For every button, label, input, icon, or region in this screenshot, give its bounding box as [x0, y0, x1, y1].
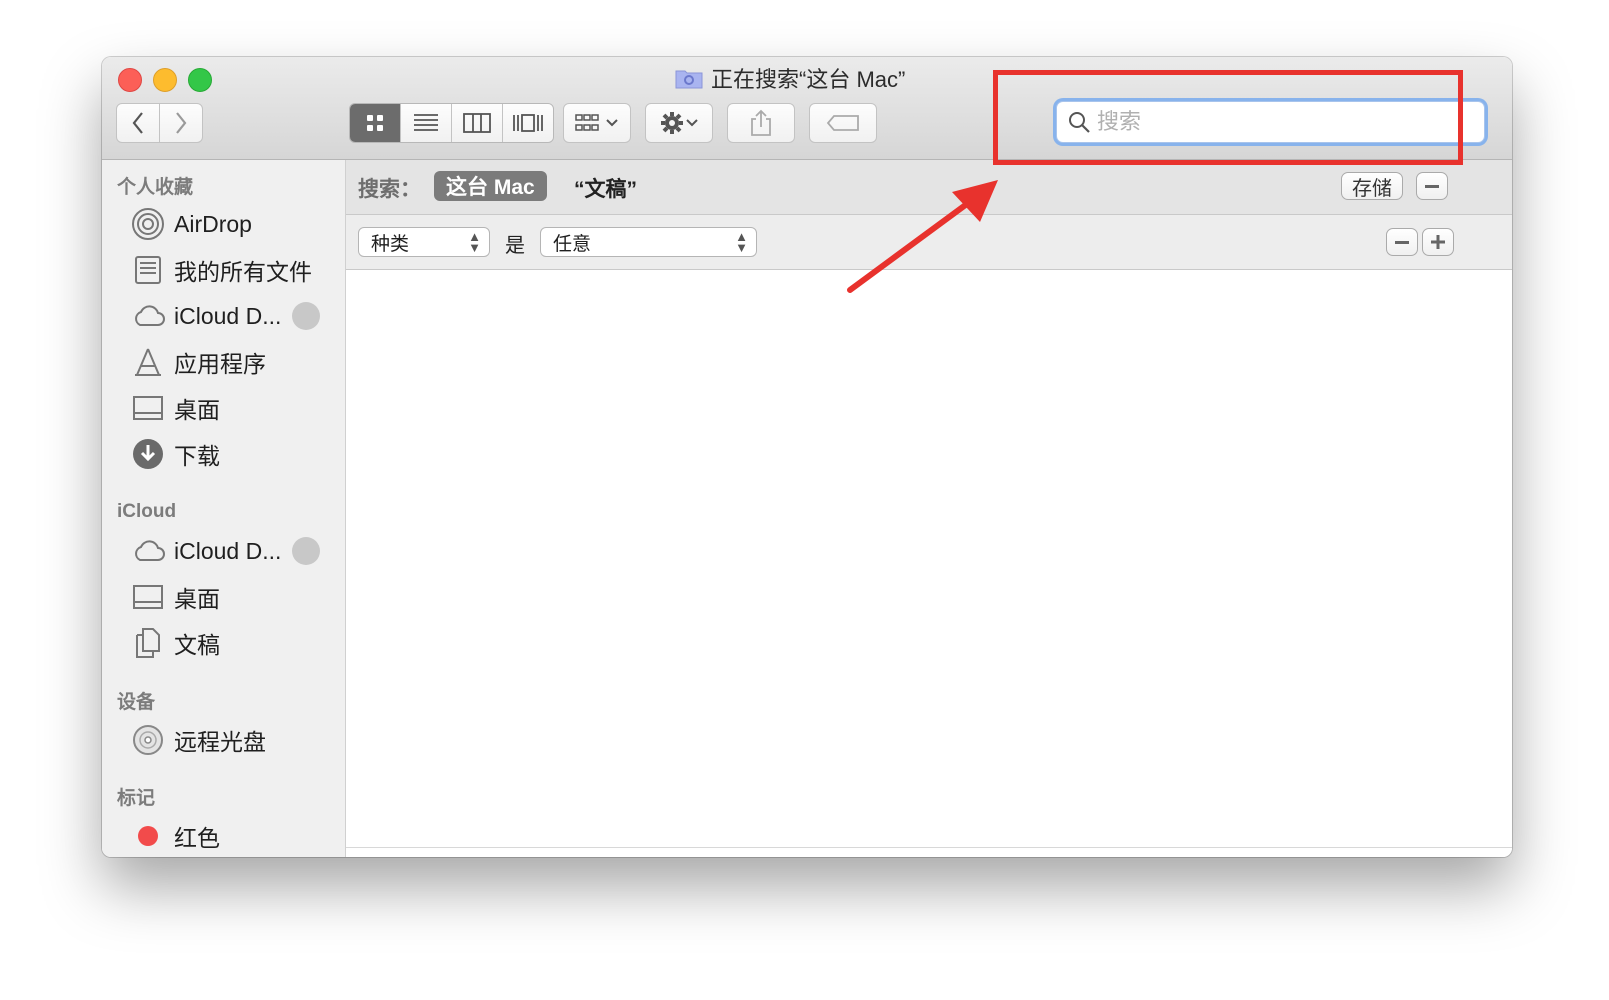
- action-menu-button[interactable]: [645, 103, 713, 143]
- finder-window: 正在搜索“这台 Mac” 搜索 个人收藏 AirDrop 我的所有文件 iClo…: [102, 57, 1512, 857]
- attribute-popup[interactable]: 种类 ▲ ▼: [358, 227, 490, 257]
- chevron-down-icon: [686, 119, 698, 127]
- sidebar-item-applications[interactable]: 应用程序: [130, 344, 340, 380]
- sidebar-item-desktop[interactable]: 桌面: [130, 390, 340, 426]
- scope-this-mac-button[interactable]: 这台 Mac: [434, 171, 547, 201]
- tag-icon: [826, 115, 859, 131]
- add-criteria-button[interactable]: [1422, 228, 1454, 256]
- airdrop-icon: [130, 206, 166, 242]
- criteria-value: 任意: [553, 233, 592, 255]
- sidebar-item-label: AirDrop: [174, 210, 252, 237]
- gear-icon: [661, 112, 683, 134]
- sidebar-item-icloud-drive[interactable]: iCloud D...: [130, 298, 340, 334]
- sidebar-item-documents[interactable]: 文稿: [130, 625, 340, 661]
- remove-scope-button[interactable]: [1416, 172, 1448, 200]
- close-button[interactable]: [118, 68, 142, 92]
- sidebar-heading-icloud: iCloud: [117, 501, 177, 522]
- share-button[interactable]: [727, 103, 795, 143]
- icon-view-button[interactable]: [350, 104, 401, 142]
- sync-progress-icon: [292, 302, 320, 330]
- disc-icon: [130, 722, 166, 758]
- cover-flow-icon: [513, 114, 543, 132]
- remove-criteria-button[interactable]: [1386, 228, 1418, 256]
- share-icon: [751, 109, 771, 136]
- applications-icon: [130, 344, 166, 380]
- sidebar-item-label: 桌面: [174, 397, 220, 423]
- sidebar-item-downloads[interactable]: 下载: [130, 436, 340, 472]
- desktop-icon: [130, 390, 166, 426]
- operator-label: 是: [505, 235, 525, 257]
- scope-documents-button[interactable]: “文稿”: [574, 173, 637, 203]
- cloud-icon: [130, 298, 166, 334]
- sidebar-item-icloud-desktop[interactable]: 桌面: [130, 579, 340, 615]
- sidebar-item-red-tag[interactable]: 红色: [130, 818, 340, 854]
- download-icon: [130, 436, 166, 472]
- search-icon: [1069, 112, 1090, 133]
- all-files-icon: [130, 252, 166, 288]
- minus-icon: [1425, 184, 1439, 188]
- sidebar-item-label: 下载: [174, 443, 220, 469]
- column-view-button[interactable]: [452, 104, 503, 142]
- value-popup[interactable]: 任意 ▲ ▼: [540, 227, 757, 257]
- columns-icon: [463, 113, 491, 133]
- sidebar-item-label: 红色: [174, 825, 220, 851]
- list-view-button[interactable]: [401, 104, 452, 142]
- updown-arrows-icon: ▲ ▼: [735, 229, 748, 255]
- sidebar-item-label: 我的所有文件: [174, 259, 312, 285]
- sidebar-heading-devices: 设备: [117, 692, 156, 713]
- tag-button[interactable]: [809, 103, 877, 143]
- chevron-right-icon: [176, 112, 187, 134]
- toolbar: 正在搜索“这台 Mac”: [102, 57, 1512, 160]
- cover-flow-view-button[interactable]: [503, 104, 553, 142]
- sidebar-item-label: 文稿: [174, 632, 220, 658]
- desktop-icon: [130, 579, 166, 615]
- sync-progress-icon: [292, 537, 320, 565]
- forward-button[interactable]: [159, 103, 203, 143]
- path-bar-divider: [346, 847, 1512, 848]
- sidebar-heading-favorites: 个人收藏: [117, 177, 194, 198]
- grid-icon: [367, 115, 383, 131]
- sidebar-heading-tags: 标记: [117, 788, 156, 809]
- group-icon: [575, 114, 599, 131]
- sidebar: 个人收藏 AirDrop 我的所有文件 iCloud D... 应用程序 桌面 …: [102, 160, 346, 857]
- zoom-button[interactable]: [188, 68, 212, 92]
- sidebar-item-label: 应用程序: [174, 351, 266, 377]
- smart-folder-icon: [675, 67, 703, 89]
- sidebar-item-label: iCloud D...: [174, 302, 282, 329]
- sidebar-item-label: 远程光盘: [174, 729, 266, 755]
- minimize-button[interactable]: [153, 68, 177, 92]
- chevron-left-icon: [132, 112, 143, 134]
- save-search-button[interactable]: 存储: [1341, 172, 1403, 200]
- window-title-text: 正在搜索“这台 Mac”: [711, 67, 906, 92]
- sidebar-item-remote-disc[interactable]: 远程光盘: [130, 722, 340, 758]
- sidebar-item-all-files[interactable]: 我的所有文件: [130, 252, 340, 288]
- sidebar-item-label: iCloud D...: [174, 537, 282, 564]
- search-input[interactable]: [1097, 109, 1467, 135]
- group-by-button[interactable]: [563, 103, 631, 143]
- minus-icon: [1395, 240, 1409, 244]
- red-tag-icon: [130, 818, 166, 854]
- annotation-arrow-icon: [847, 180, 998, 293]
- sidebar-item-icloud-drive-2[interactable]: iCloud D...: [130, 533, 340, 569]
- sidebar-item-label: 桌面: [174, 586, 220, 612]
- search-scope-label: 搜索：: [358, 178, 421, 201]
- plus-icon: [1431, 235, 1445, 249]
- search-field[interactable]: [1056, 101, 1485, 143]
- documents-icon: [130, 625, 166, 661]
- sidebar-item-airdrop[interactable]: AirDrop: [130, 206, 340, 242]
- chevron-down-icon: [606, 119, 618, 127]
- updown-arrows-icon: ▲ ▼: [468, 229, 481, 255]
- window-title: 正在搜索“这台 Mac”: [675, 63, 905, 93]
- attribute-value: 种类: [371, 233, 410, 255]
- list-icon: [414, 114, 438, 131]
- view-mode-control: [349, 103, 554, 143]
- cloud-icon: [130, 533, 166, 569]
- back-button[interactable]: [116, 103, 160, 143]
